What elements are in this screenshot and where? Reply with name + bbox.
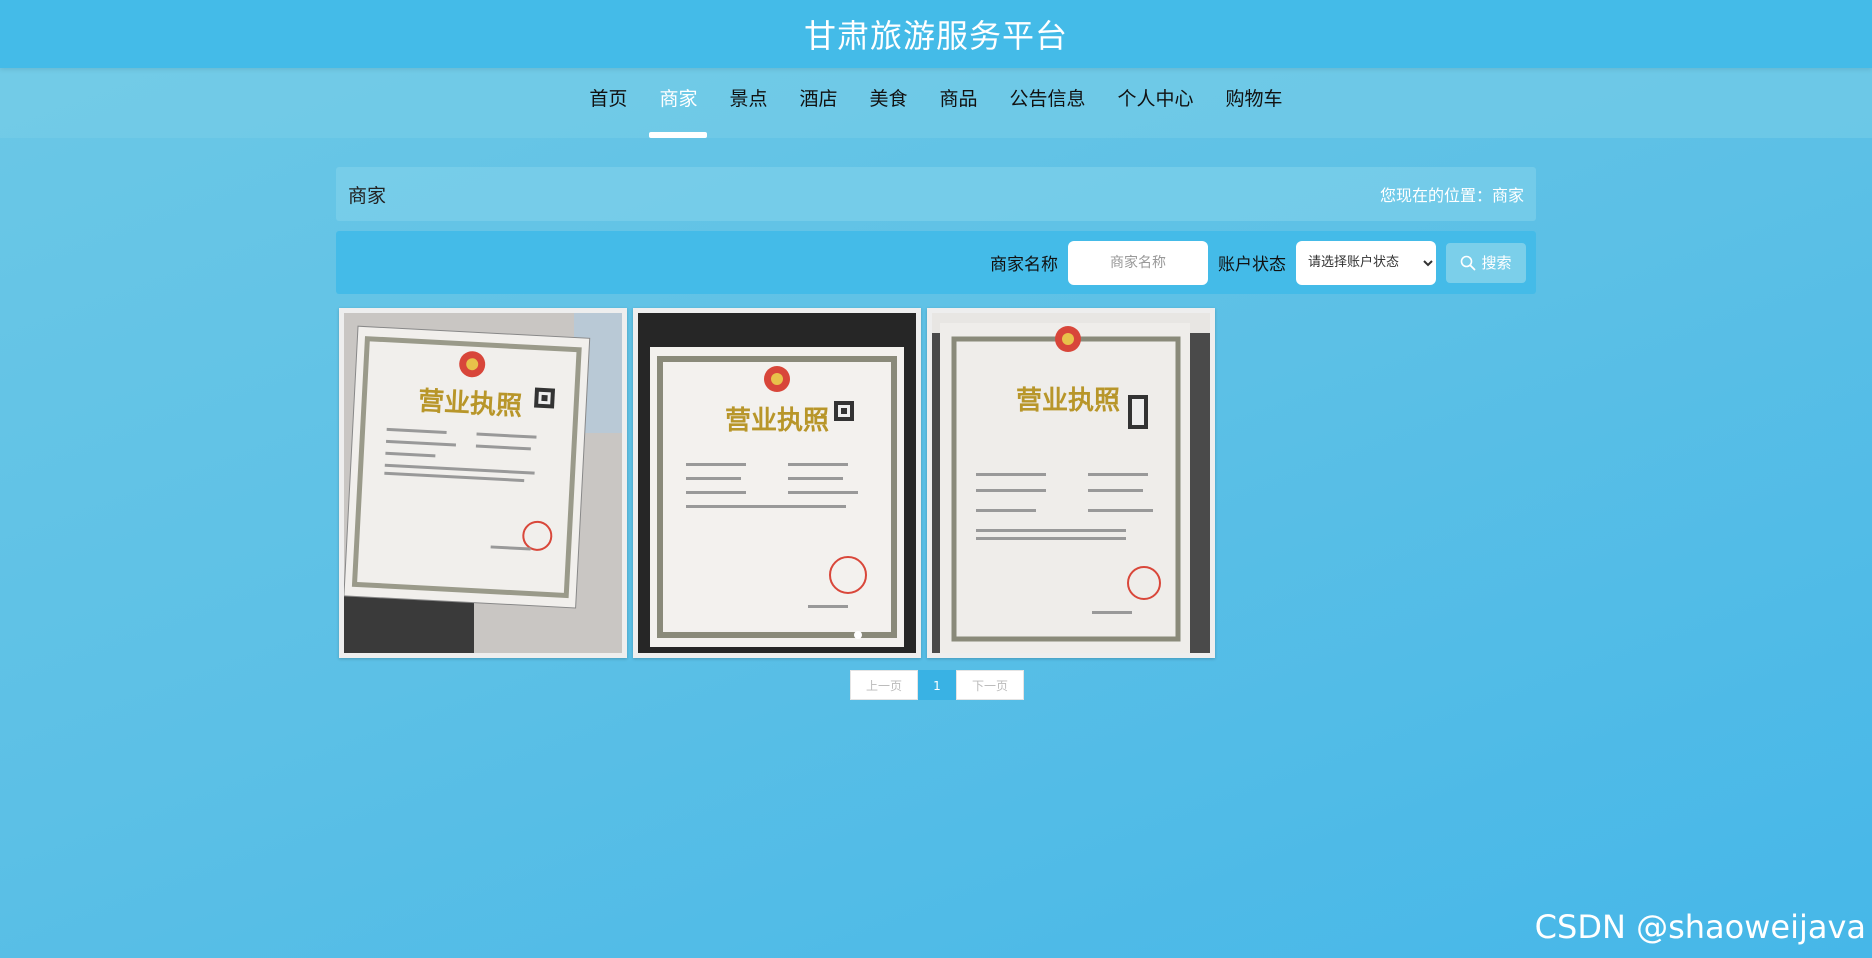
search-button[interactable]: 搜索 — [1446, 242, 1526, 283]
breadcrumb-location-value[interactable]: 商家 — [1492, 186, 1524, 205]
top-bar: 甘肃旅游服务平台 — [0, 0, 1872, 68]
main-nav: 首页 商家 景点 酒店 美食 商品 公告信息 个人中心 购物车 — [0, 68, 1872, 138]
business-license-image: 营业执照 — [638, 313, 916, 653]
merchant-card[interactable]: 营业执照 — [633, 308, 921, 658]
search-button-label: 搜索 — [1481, 254, 1512, 272]
breadcrumb-location-label: 您现在的位置： — [1379, 186, 1492, 205]
page-title: 商家 — [348, 184, 387, 207]
watermark: CSDN @shaoweijava — [1534, 908, 1866, 946]
nav-item-products[interactable]: 商品 — [940, 68, 978, 138]
license-title: 营业执照 — [1016, 386, 1120, 416]
nav-item-announcements[interactable]: 公告信息 — [1010, 68, 1086, 138]
nav-item-food[interactable]: 美食 — [869, 68, 907, 138]
breadcrumb: 商家 您现在的位置：商家 — [336, 167, 1536, 221]
nav-item-home[interactable]: 首页 — [589, 68, 627, 138]
merchant-card[interactable]: 营业执照 — [339, 308, 627, 658]
account-status-label: 账户状态 — [1218, 255, 1286, 275]
nav-item-attractions[interactable]: 景点 — [729, 68, 767, 138]
site-title: 甘肃旅游服务平台 — [803, 17, 1068, 55]
breadcrumb-location: 您现在的位置：商家 — [1380, 182, 1524, 206]
next-page-button[interactable]: 下一页 — [956, 670, 1024, 700]
page-number-button[interactable]: 1 — [918, 670, 956, 700]
search-icon — [1461, 255, 1476, 270]
nav-item-cart[interactable]: 购物车 — [1226, 68, 1283, 138]
nav-item-merchant[interactable]: 商家 — [649, 68, 708, 138]
account-status-select[interactable]: 请选择账户状态 — [1296, 240, 1436, 285]
pagination: 上一页 1 下一页 — [850, 670, 1024, 700]
merchant-list: 营业执照 营业执照 营业执照 — [339, 308, 1215, 658]
merchant-name-input[interactable] — [1068, 240, 1208, 285]
nav-item-hotels[interactable]: 酒店 — [799, 68, 837, 138]
search-bar: 商家名称 账户状态 请选择账户状态 搜索 — [336, 231, 1536, 294]
merchant-name-label: 商家名称 — [990, 255, 1058, 275]
prev-page-button[interactable]: 上一页 — [850, 670, 918, 700]
business-license-image: 营业执照 — [344, 313, 622, 653]
business-license-image: 营业执照 — [932, 313, 1210, 653]
license-title: 营业执照 — [725, 406, 829, 436]
license-title: 营业执照 — [417, 386, 522, 421]
nav-item-profile[interactable]: 个人中心 — [1118, 68, 1194, 138]
merchant-card[interactable]: 营业执照 — [927, 308, 1215, 658]
